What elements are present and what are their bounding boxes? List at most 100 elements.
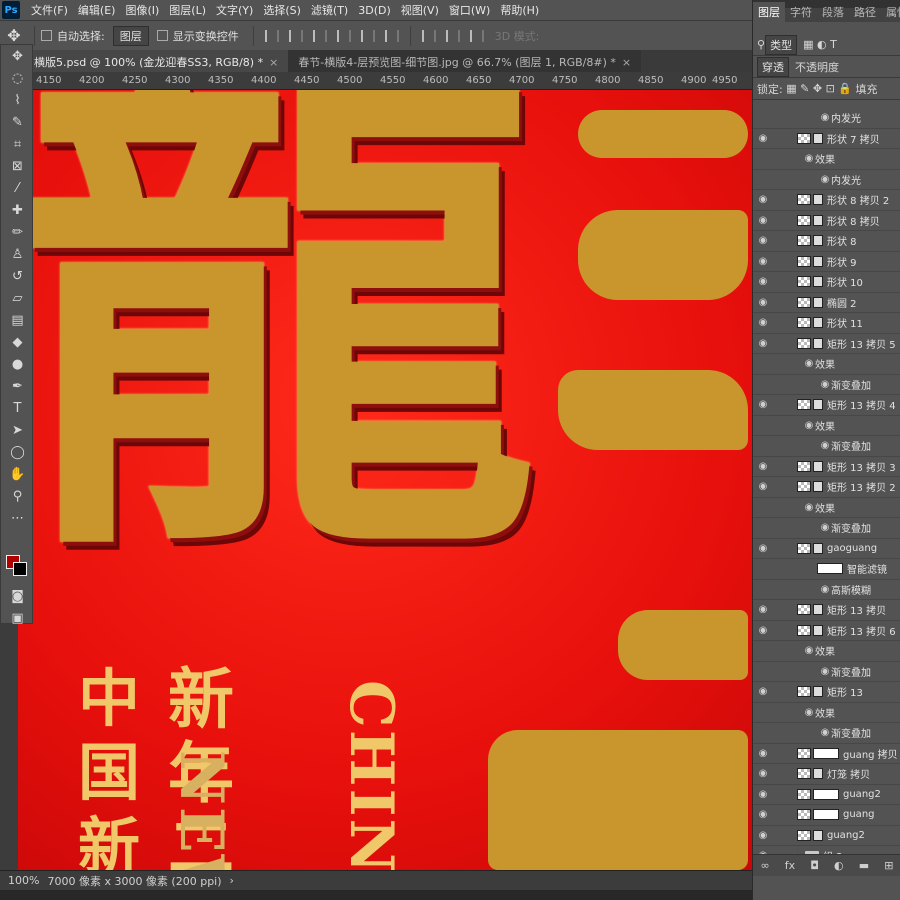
layer-row[interactable]: ◉ 效果: [753, 703, 900, 723]
pen-tool-icon[interactable]: ✒: [1, 375, 34, 397]
menu-3d[interactable]: 3D(D): [353, 4, 396, 17]
align-center-icon[interactable]: [288, 29, 303, 42]
visibility-eye-icon[interactable]: ◉: [753, 768, 773, 779]
adjustment-layer-icon[interactable]: ◐: [834, 859, 844, 872]
status-arrow-icon[interactable]: ›: [230, 874, 234, 887]
new-group-icon[interactable]: ▬: [859, 859, 869, 872]
visibility-eye-icon[interactable]: ◉: [753, 399, 773, 410]
layer-mask-thumbnail[interactable]: [813, 255, 823, 267]
move-tool-icon[interactable]: ✥: [1, 45, 34, 67]
eraser-icon[interactable]: ▱: [1, 287, 34, 309]
effect-eye-icon[interactable]: ◉: [819, 727, 831, 738]
align-top-icon[interactable]: [336, 29, 351, 42]
lock-all-icon[interactable]: 🔒: [838, 82, 852, 95]
quick-mask-icon[interactable]: ◙: [1, 585, 34, 607]
zoom-level[interactable]: 100%: [8, 874, 39, 887]
effect-eye-icon[interactable]: ◉: [803, 645, 815, 656]
menu-help[interactable]: 帮助(H): [495, 2, 544, 18]
effect-eye-icon[interactable]: ◉: [819, 112, 831, 123]
layer-row[interactable]: ◉ 高斯模糊: [753, 580, 900, 600]
layer-row[interactable]: ◉ 内发光: [753, 170, 900, 190]
visibility-eye-icon[interactable]: ◉: [753, 276, 773, 287]
layer-row[interactable]: ◉ 矩形 13 拷贝 5: [753, 334, 900, 354]
tab-paths[interactable]: 路径: [849, 2, 881, 22]
visibility-eye-icon[interactable]: ◉: [753, 686, 773, 697]
layer-mask-thumbnail[interactable]: [813, 829, 823, 841]
visibility-eye-icon[interactable]: ◉: [753, 830, 773, 841]
clone-stamp-icon[interactable]: ♙: [1, 243, 34, 265]
layer-row[interactable]: ◉ 效果: [753, 416, 900, 436]
layer-row[interactable]: ◉ 矩形 13 拷贝 3: [753, 457, 900, 477]
menu-file[interactable]: 文件(F): [26, 2, 73, 18]
layer-row[interactable]: ◉ 形状 10: [753, 272, 900, 293]
filter-type-icon[interactable]: T: [830, 38, 837, 51]
more-tools-icon[interactable]: ⋯: [1, 507, 34, 529]
align-left-icon[interactable]: [264, 29, 279, 42]
magic-wand-icon[interactable]: ✎: [1, 111, 34, 133]
layer-mask-thumbnail[interactable]: [813, 788, 839, 800]
frame-tool-icon[interactable]: ⊠: [1, 155, 34, 177]
effect-eye-icon[interactable]: ◉: [819, 174, 831, 185]
screen-mode-icon[interactable]: ▣: [1, 607, 34, 629]
visibility-eye-icon[interactable]: ◉: [753, 194, 773, 205]
eyedropper-icon[interactable]: ⁄: [1, 177, 34, 199]
menu-layer[interactable]: 图层(L): [164, 2, 211, 18]
layer-row[interactable]: ◉ 效果: [753, 149, 900, 170]
new-layer-icon[interactable]: ⊞: [884, 859, 893, 872]
menu-image[interactable]: 图像(I): [120, 2, 164, 18]
layer-mask-thumbnail[interactable]: [813, 686, 823, 698]
dodge-tool-icon[interactable]: ●: [1, 353, 34, 375]
path-select-icon[interactable]: ➤: [1, 419, 34, 441]
layer-row[interactable]: ◉ 矩形 13 拷贝: [753, 600, 900, 621]
document-canvas[interactable]: 龍 中 国 新 新 年 二 NEW CHIN: [18, 90, 752, 870]
auto-select-checkbox[interactable]: [41, 30, 52, 41]
layer-row[interactable]: ◉ 灯笼 拷贝: [753, 764, 900, 785]
layer-row[interactable]: ◉ 渐变叠加: [753, 662, 900, 682]
lock-pixels-icon[interactable]: ▦: [786, 82, 796, 95]
layer-row[interactable]: ◉ 矩形 13 拷贝 2: [753, 477, 900, 498]
layer-mask-thumbnail[interactable]: [813, 296, 823, 308]
tab-layers[interactable]: 图层: [753, 2, 785, 22]
layer-mask-thumbnail[interactable]: [813, 604, 823, 616]
layer-row[interactable]: ◉ 渐变叠加: [753, 518, 900, 539]
zoom-tool-icon[interactable]: ⚲: [1, 485, 34, 507]
visibility-eye-icon[interactable]: ◉: [753, 215, 773, 226]
layer-row[interactable]: 智能滤镜: [753, 559, 900, 580]
gradient-tool-icon[interactable]: ▤: [1, 309, 34, 331]
visibility-eye-icon[interactable]: ◉: [753, 789, 773, 800]
effect-eye-icon[interactable]: ◉: [803, 420, 815, 431]
lock-position-icon[interactable]: ✥: [813, 82, 822, 95]
visibility-eye-icon[interactable]: ◉: [753, 235, 773, 246]
shape-tool-icon[interactable]: ◯: [1, 441, 34, 463]
visibility-eye-icon[interactable]: ◉: [753, 604, 773, 615]
effect-eye-icon[interactable]: ◉: [819, 440, 831, 451]
visibility-eye-icon[interactable]: ◉: [753, 133, 773, 144]
blend-mode-dropdown[interactable]: 穿透: [757, 56, 789, 77]
layer-row[interactable]: ◉ gaoguang: [753, 539, 900, 559]
effect-eye-icon[interactable]: ◉: [819, 666, 831, 677]
effect-eye-icon[interactable]: ◉: [819, 522, 831, 533]
tab-paragraph[interactable]: 段落: [817, 2, 849, 22]
layer-row[interactable]: ◉ guang2: [753, 826, 900, 846]
menu-view[interactable]: 视图(V): [396, 2, 444, 18]
effect-eye-icon[interactable]: ◉: [803, 153, 815, 164]
layer-row[interactable]: ◉ 矩形 13 拷贝 4: [753, 395, 900, 416]
layer-row[interactable]: ◉ 形状 11: [753, 313, 900, 334]
align-bottom-icon[interactable]: [384, 29, 399, 42]
layer-row[interactable]: ◉ 形状 8: [753, 231, 900, 252]
menu-type[interactable]: 文字(Y): [211, 2, 258, 18]
history-brush-icon[interactable]: ↺: [1, 265, 34, 287]
lock-paint-icon[interactable]: ✎: [800, 82, 809, 95]
marquee-tool-icon[interactable]: ◌: [1, 67, 34, 89]
menu-filter[interactable]: 滤镜(T): [306, 2, 353, 18]
smart-filter-mask[interactable]: [817, 563, 843, 575]
layer-row[interactable]: ◉ guang2: [753, 785, 900, 805]
type-tool-icon[interactable]: T: [1, 397, 34, 419]
distribute-icon[interactable]: [445, 29, 460, 42]
layer-row[interactable]: ◉ 椭圆 2: [753, 293, 900, 313]
layer-row[interactable]: ◉›组 3: [753, 846, 900, 854]
crop-tool-icon[interactable]: ⌗: [1, 133, 34, 155]
layer-mask-thumbnail[interactable]: [813, 132, 823, 144]
layer-row[interactable]: ◉ 形状 7 拷贝: [753, 129, 900, 149]
layer-row[interactable]: ◉ 矩形 13: [753, 682, 900, 703]
